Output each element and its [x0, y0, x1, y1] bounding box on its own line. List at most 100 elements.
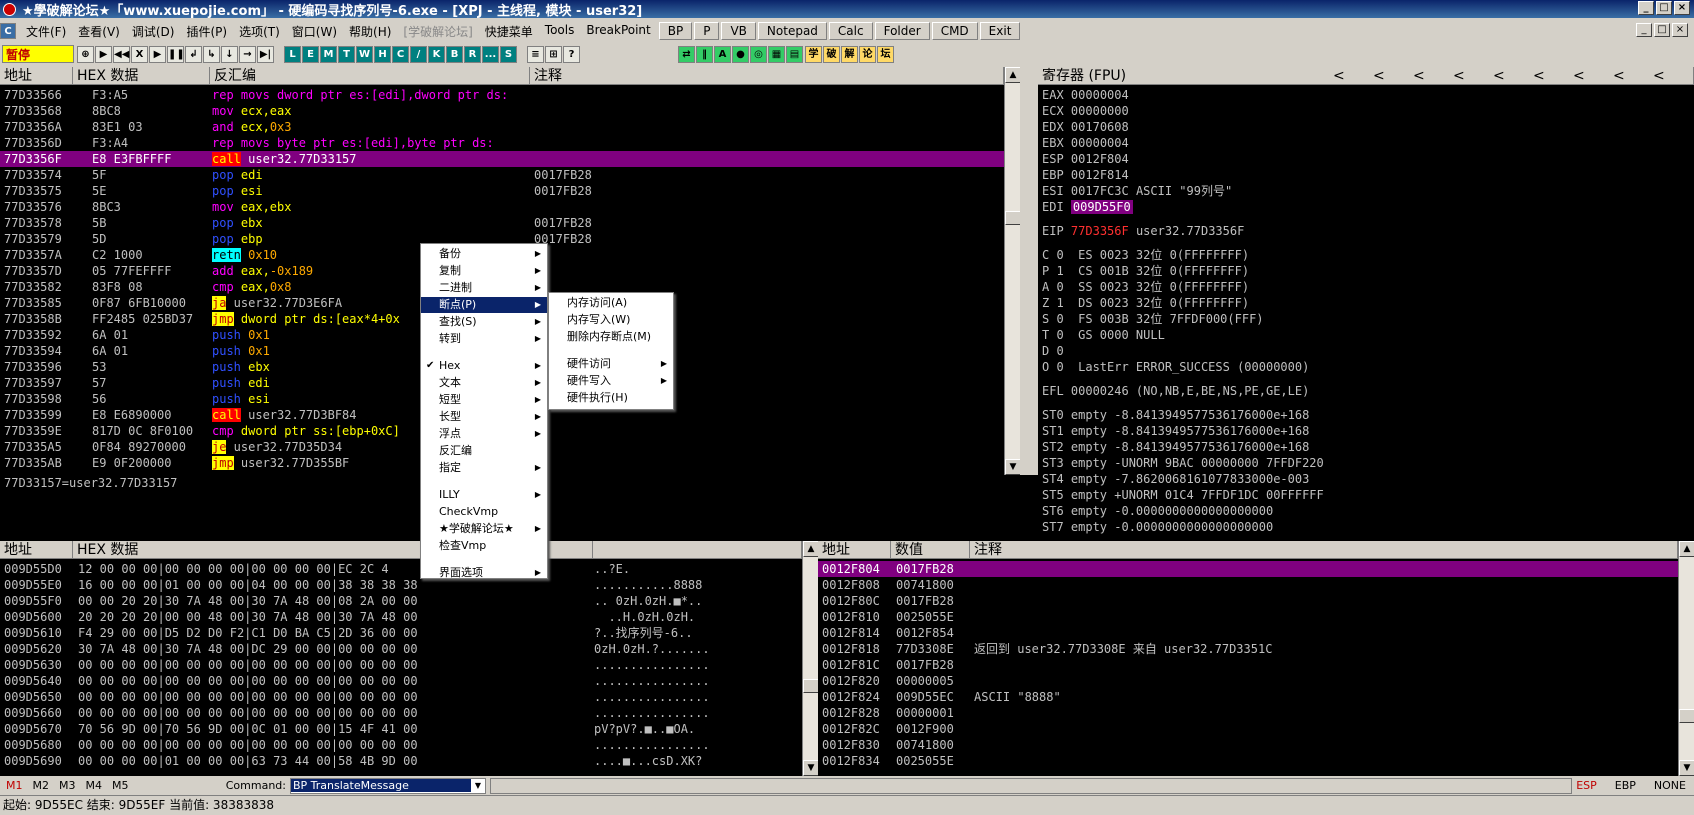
submenu-item[interactable]: 硬件访问 ▶ — [549, 356, 673, 372]
register-row[interactable]: ECX 00000000 — [1042, 103, 1682, 119]
context-menu-item[interactable]: 反汇编 — [421, 443, 547, 459]
stack-row[interactable]: 0012F828 00000001 — [818, 705, 1678, 721]
register-row[interactable]: ESI 0017FC3C ASCII "99列号" — [1042, 183, 1682, 199]
memory-tab-m2[interactable]: M2 — [33, 779, 50, 792]
disasm-row[interactable]: 77D33576 8BC3 mov eax,ebx — [0, 199, 1004, 215]
col-disasm[interactable]: 反汇编 — [210, 67, 530, 85]
plugin-button-3[interactable]: ● — [732, 45, 749, 63]
stack-row[interactable]: 0012F834 0025055E — [818, 753, 1678, 769]
stack-row[interactable]: 0012F810 0025055E — [818, 609, 1678, 625]
menu-button-bp[interactable]: BP — [658, 22, 693, 40]
stack-pane[interactable]: 地址 数值 注释 0012F804 0017FB28 0012F808 0074180… — [818, 541, 1694, 776]
mdi-minimize-button[interactable]: _ — [1636, 23, 1652, 37]
menu-button-folder[interactable]: Folder — [874, 22, 930, 40]
register-nav-arrow[interactable]: < — [1573, 67, 1613, 84]
stack-row[interactable]: 0012F830 00741800 — [818, 737, 1678, 753]
register-value[interactable]: 00170608 — [1071, 120, 1129, 134]
window-button-3[interactable]: T — [338, 45, 355, 63]
register-value[interactable]: 00000004 — [1071, 136, 1129, 150]
context-menu-item[interactable]: 短型 ▶ — [421, 392, 547, 408]
stack-row[interactable]: 0012F82C 0012F900 — [818, 721, 1678, 737]
submenu-item[interactable]: 删除内存断点(M) — [549, 329, 673, 345]
dump-scroll-thumb[interactable] — [803, 679, 818, 693]
register-row[interactable]: EBX 00000004 — [1042, 135, 1682, 151]
command-input[interactable]: BP TranslateMessage — [291, 779, 471, 792]
disasm-row[interactable]: 77D3356A 83E1 03 and ecx,0x3 — [0, 119, 1004, 135]
stack-row[interactable]: 0012F820 00000005 — [818, 673, 1678, 689]
dump-col-ascii[interactable] — [593, 541, 802, 559]
dump-pane[interactable]: 地址 HEX 数据 009D55D0 12 00 00 00|00 00 00 0… — [0, 541, 818, 776]
context-menu-item[interactable]: 检查Vmp — [421, 538, 547, 554]
stack-row[interactable]: 0012F80C 0017FB28 — [818, 593, 1678, 609]
registers-pane[interactable]: 寄存器 (FPU) < < < < < < < < < EAX 00000004 ECX 000… — [1038, 67, 1694, 541]
memory-tab-m3[interactable]: M3 — [59, 779, 76, 792]
stack-scroll-thumb[interactable] — [1679, 709, 1694, 723]
window-button-0[interactable]: L — [284, 45, 301, 63]
disasm-row[interactable]: 77D33568 8BC8 mov ecx,eax — [0, 103, 1004, 119]
toolbar-button-10[interactable]: ▶| — [257, 45, 274, 63]
flag-row[interactable]: P 1 CS 001B 32位 0(FFFFFFFF) — [1042, 263, 1249, 279]
maximize-button[interactable]: □ — [1656, 1, 1672, 15]
fpu-row[interactable]: ST2 empty -8.8413949577536176000e+168 — [1042, 439, 1309, 455]
context-menu-item[interactable]: 断点(P) ▶ — [421, 297, 547, 313]
toolbar-button-0[interactable]: ⊕ — [77, 45, 94, 63]
toolbar-button-8[interactable]: ↓ — [221, 45, 238, 63]
stack-mode-ebp[interactable]: EBP — [1615, 779, 1636, 792]
memory-tab-m5[interactable]: M5 — [112, 779, 129, 792]
stack-row[interactable]: 0012F808 00741800 — [818, 577, 1678, 593]
stack-row[interactable]: 0012F814 0012F854 — [818, 625, 1678, 641]
dump-row[interactable]: 009D55E0 16 00 00 00|01 00 00 00|04 00 00… — [0, 577, 802, 593]
disasm-row[interactable]: 77D3356F E8 E3FBFFFF call user32.77D33157 — [0, 151, 1004, 167]
menu-item-4[interactable]: 选项(T) — [233, 23, 286, 40]
dump-scroll-up-icon[interactable]: ▲ — [803, 541, 818, 557]
menu-item-6[interactable]: 帮助(H) — [343, 23, 397, 40]
col-comment[interactable]: 注释 — [530, 67, 1004, 85]
memory-tab-m1[interactable]: M1 — [6, 779, 23, 792]
register-row[interactable]: EAX 00000004 — [1042, 87, 1682, 103]
dump-scrollbar[interactable]: ▲ ▼ — [802, 541, 818, 776]
menu-item-0[interactable]: 文件(F) — [20, 23, 72, 40]
mdi-close-button[interactable]: × — [1672, 23, 1688, 37]
register-value[interactable]: 0012F804 — [1071, 152, 1129, 166]
register-row[interactable]: EDI 009D55F0 — [1042, 199, 1682, 215]
plugin-button-2[interactable]: A — [714, 45, 731, 63]
stack-mode-esp[interactable]: ESP — [1576, 779, 1597, 792]
window-button-6[interactable]: C — [392, 45, 409, 63]
context-menu-item[interactable]: ✔ Hex ▶ — [421, 358, 547, 374]
context-menu-item[interactable]: 长型 ▶ — [421, 409, 547, 425]
register-nav-arrow[interactable]: < — [1413, 67, 1453, 84]
stack-col-value[interactable]: 数值 — [891, 541, 970, 559]
efl-row[interactable]: EFL 00000246 (NO,NB,E,BE,NS,PE,GE,LE) — [1042, 383, 1309, 399]
window-button-9[interactable]: B — [446, 45, 463, 63]
register-nav-arrow[interactable]: < — [1373, 67, 1413, 84]
dropdown-arrow-icon[interactable]: ▼ — [471, 781, 485, 790]
menu-item-2[interactable]: 调试(D) — [126, 23, 181, 40]
dump-row[interactable]: 009D5600 20 20 20 20|00 00 48 00|30 7A 48… — [0, 609, 802, 625]
context-menu-item[interactable]: ★学破解论坛★ ▶ — [421, 521, 547, 537]
eip-row[interactable]: EIP 77D3356F user32.77D3356F — [1042, 223, 1682, 239]
context-menu-item[interactable]: ILLY ▶ — [421, 487, 547, 503]
view-button-1[interactable]: ⊞ — [545, 45, 562, 63]
fpu-row[interactable]: ST3 empty -UNORM 9BAC 00000000 7FFDF220 — [1042, 455, 1324, 471]
fpu-row[interactable]: ST7 empty -0.0000000000000000000 — [1042, 519, 1273, 535]
window-button-1[interactable]: E — [302, 45, 319, 63]
register-row[interactable]: ESP 0012F804 — [1042, 151, 1682, 167]
stack-row[interactable]: 0012F804 0017FB28 — [818, 561, 1678, 577]
menu-button-calc[interactable]: Calc — [828, 22, 873, 40]
register-nav-arrow[interactable]: < — [1333, 67, 1373, 84]
stack-col-comment[interactable]: 注释 — [970, 541, 1678, 559]
register-value[interactable]: 009D55F0 — [1070, 200, 1133, 214]
stack-col-address[interactable]: 地址 — [818, 541, 891, 559]
menu-item-3[interactable]: 插件(P) — [180, 23, 233, 40]
register-value[interactable]: 0012F814 — [1071, 168, 1129, 182]
fpu-row[interactable]: ST4 empty -7.8620068161077833000e-003 — [1042, 471, 1309, 487]
mdi-maximize-button[interactable]: □ — [1654, 23, 1670, 37]
cn-button-4[interactable]: 坛 — [877, 45, 894, 63]
flag-row[interactable]: O 0 LastErr ERROR_SUCCESS (00000000) — [1042, 359, 1309, 375]
window-button-2[interactable]: M — [320, 45, 337, 63]
close-button[interactable]: × — [1674, 1, 1690, 15]
minimize-button[interactable]: _ — [1638, 1, 1654, 15]
register-nav-arrow[interactable]: < — [1493, 67, 1533, 84]
dump-row[interactable]: 009D5680 00 00 00 00|00 00 00 00|00 00 00… — [0, 737, 802, 753]
dump-row[interactable]: 009D55D0 12 00 00 00|00 00 00 00|00 00 00… — [0, 561, 802, 577]
